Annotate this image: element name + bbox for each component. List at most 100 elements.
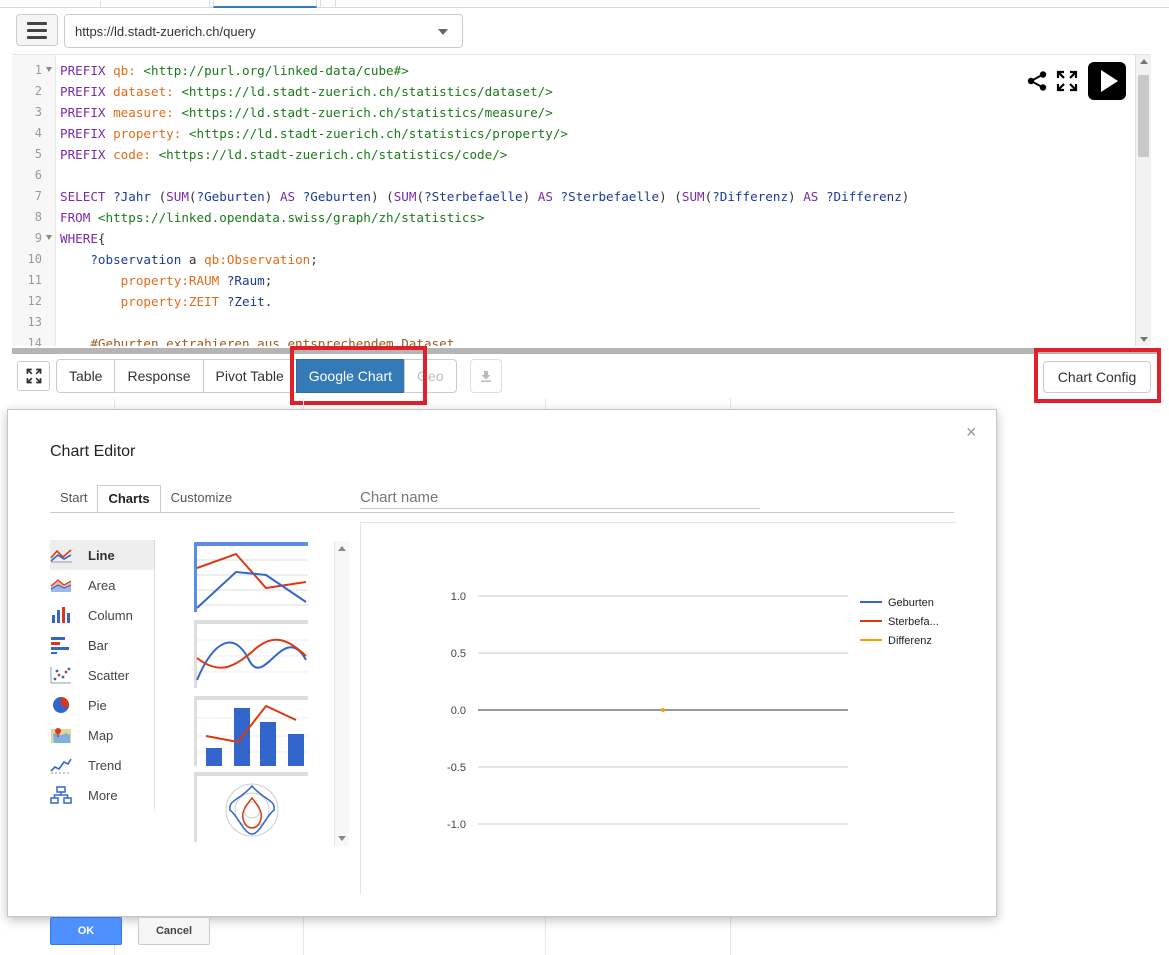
tab-table[interactable]: Table [56,359,116,393]
editor-resize-handle[interactable] [12,348,1157,354]
smooth-line-thumbnail[interactable] [194,620,308,688]
add-tab[interactable] [320,0,336,8]
dialog-tab-divider [50,512,954,513]
code-token: code: [113,147,159,162]
chart-svg: 1.0 0.5 0.0 -0.5 -1.0 Geburten Sterbefa... Diff… [447,591,939,831]
fullscreen-icon [26,368,41,384]
editor-scrollbar[interactable] [1135,55,1151,346]
run-query-button[interactable] [1088,62,1126,100]
legend-label: Sterbefa... [888,616,939,628]
chart-name-input[interactable]: Chart name [360,489,760,509]
query-tab-strip [0,0,1169,8]
dialog-tab-charts[interactable]: Charts [97,485,161,513]
code-line[interactable]: 11 property:RAUM ?Raum; [12,270,1132,291]
code-line[interactable]: 12 property:ZEIT ?Zeit. [12,291,1132,312]
y-tick-label: 1.0 [451,591,466,603]
code-token: <https://ld.stadt-zuerich.ch/statistics/… [188,126,569,141]
chart-type-line[interactable]: Line [50,540,155,570]
code-line[interactable]: 14 #Geburten extrahieren aus entsprechen… [12,333,1132,346]
chart-type-scatter[interactable]: Scatter [50,660,155,690]
menu-button[interactable] [16,14,58,46]
bar-chart-icon [51,637,69,654]
code-token: <https://ld.stadt-zuerich.ch/statistics/… [158,147,508,162]
chart-type-column[interactable]: Column [50,600,155,630]
tab-response[interactable]: Response [114,359,204,393]
cancel-button[interactable]: Cancel [138,917,210,945]
code-token: SUM [681,189,705,204]
combo-chart-thumbnail[interactable] [194,696,308,766]
query-tab[interactable] [100,0,210,8]
chart-type-pie[interactable]: Pie [50,690,155,720]
fullscreen-icon[interactable] [1056,70,1078,92]
code-token: property:ZEIT [120,294,227,309]
code-token: ?Sterbefaelle [560,189,660,204]
code-line[interactable]: 1 PREFIX qb: <http://purl.org/linked-data… [12,60,1132,81]
close-icon[interactable]: × [966,422,977,443]
code-line[interactable]: 10 ?observation a qb:Observation; [12,249,1132,270]
chart-type-more[interactable]: More [50,780,155,810]
scroll-down-icon[interactable] [338,836,346,841]
chart-preview: 1.0 0.5 0.0 -0.5 -1.0 Geburten Sterbefa... Diff… [360,522,956,894]
scroll-up-icon[interactable] [338,546,346,551]
query-editor[interactable]: 1 PREFIX qb: <http://purl.org/linked-data… [12,54,1151,346]
code-token: ) ( [370,189,394,204]
line-number: 6 [34,168,42,182]
fold-arrow-icon[interactable] [46,67,52,72]
code-token: property: [113,126,189,141]
highlight-chart-config [1034,348,1161,403]
fold-arrow-icon[interactable] [46,235,52,240]
code-token: SUM [393,189,417,204]
scatter-chart-icon [50,667,71,684]
download-button[interactable] [470,359,502,393]
chart-type-label: Bar [88,637,109,653]
code-line[interactable]: 8 FROM <https://linked.opendata.swiss/gra… [12,207,1132,228]
chart-type-label: Scatter [88,667,130,683]
code-token: FROM [60,210,98,225]
code-line[interactable]: 5 PREFIX code: <https://ld.stadt-zuerich.… [12,144,1132,165]
code-token: . [264,294,273,309]
endpoint-select[interactable]: https://ld.stadt-zuerich.ch/query [64,14,463,48]
ok-button[interactable]: OK [50,917,122,945]
line-number: 9 [34,231,42,245]
code-token: ; [264,273,273,288]
line-number: 2 [34,84,42,98]
code-token: dataset: [113,84,182,99]
hamburger-icon-bar [27,28,47,32]
code-line[interactable]: 7 SELECT ?Jahr (SUM(?Geburten) AS ?Geburt… [12,186,1132,207]
code-area[interactable]: 1 PREFIX qb: <http://purl.org/linked-data… [12,60,1132,346]
line-chart-thumbnail[interactable] [194,542,308,612]
code-token: <http://purl.org/linked-data/cube#> [143,63,409,78]
code-line[interactable]: 4 PREFIX property: <https://ld.stadt-zuer… [12,123,1132,144]
chart-type-trend[interactable]: Trend [50,750,155,780]
code-text: PREFIX code: <https://ld.stadt-zuerich.c… [60,144,507,165]
code-token: ) [901,189,910,204]
play-icon [1100,70,1118,92]
dialog-tab-customize[interactable]: Customize [160,485,243,513]
code-line[interactable]: 13 [12,312,1132,333]
thumbnails-scrollbar[interactable] [334,541,349,846]
scroll-up-icon[interactable] [1140,59,1148,64]
chart-type-map[interactable]: Map [50,720,155,750]
tab-pivot-table[interactable]: Pivot Table [202,359,297,393]
code-line[interactable]: 2 PREFIX dataset: <https://ld.stadt-zueri… [12,81,1132,102]
dialog-tab-start[interactable]: Start [50,485,98,513]
code-line[interactable]: 3 PREFIX measure: <https://ld.stadt-zueri… [12,102,1132,123]
chart-type-area[interactable]: Area [50,570,155,600]
code-text: SELECT ?Jahr (SUM(?Geburten) AS ?Geburte… [60,186,909,207]
editor-actions [1026,62,1126,100]
results-fullscreen-button[interactable] [17,361,50,391]
code-token: ?Sterbefaelle [424,189,523,204]
share-icon[interactable] [1026,70,1048,92]
chart-type-bar[interactable]: Bar [50,630,155,660]
data-point [661,708,665,712]
scroll-down-icon[interactable] [1140,337,1148,342]
code-token: AS [803,189,826,204]
code-token: PREFIX [60,105,114,120]
code-line[interactable]: 6 [12,165,1132,186]
chart-thumbnails [192,540,350,846]
query-tab-active[interactable] [213,0,317,8]
code-line[interactable]: 9 WHERE{ [12,228,1132,249]
pie-chart-icon [53,696,70,713]
scroll-thumb[interactable] [1138,75,1149,157]
radar-chart-thumbnail[interactable] [194,772,308,842]
